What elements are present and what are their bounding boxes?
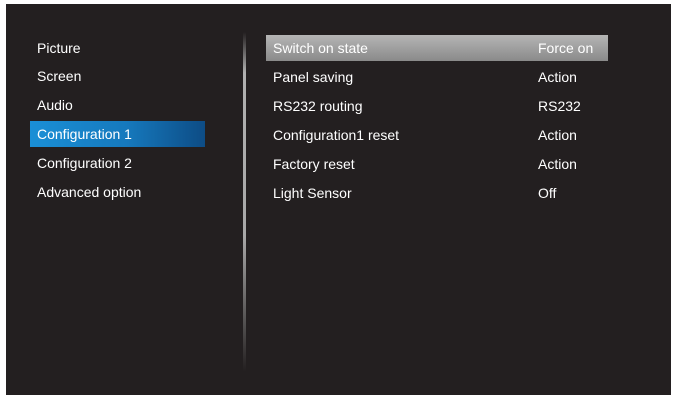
setting-row-configuration1-reset[interactable]: Configuration1 reset Action (266, 122, 608, 148)
menu-item-configuration-1[interactable]: Configuration 1 (30, 121, 205, 147)
setting-value: Force on (538, 40, 594, 56)
setting-label: Light Sensor (273, 185, 352, 201)
setting-value: Action (538, 156, 577, 172)
setting-row-light-sensor[interactable]: Light Sensor Off (266, 180, 608, 206)
category-menu: Picture Screen Audio Configuration 1 Con… (6, 4, 242, 395)
setting-value: RS232 (538, 98, 581, 114)
setting-row-factory-reset[interactable]: Factory reset Action (266, 151, 608, 177)
menu-item-advanced-option[interactable]: Advanced option (30, 179, 205, 205)
osd-menu-screen: Picture Screen Audio Configuration 1 Con… (6, 4, 671, 395)
setting-row-rs232-routing[interactable]: RS232 routing RS232 (266, 93, 608, 119)
menu-item-configuration-2[interactable]: Configuration 2 (30, 150, 205, 176)
setting-label: Switch on state (273, 40, 368, 56)
menu-item-audio[interactable]: Audio (30, 92, 205, 118)
menu-item-picture[interactable]: Picture (30, 35, 205, 61)
settings-panel: Switch on state Force on Panel saving Ac… (266, 4, 666, 395)
menu-divider (243, 32, 246, 372)
setting-value: Action (538, 127, 577, 143)
setting-label: Configuration1 reset (273, 127, 400, 143)
setting-row-switch-on-state[interactable]: Switch on state Force on (266, 35, 608, 61)
setting-value: Action (538, 69, 577, 85)
setting-row-panel-saving[interactable]: Panel saving Action (266, 64, 608, 90)
setting-value: Off (538, 185, 557, 201)
setting-label: Panel saving (273, 69, 354, 85)
menu-item-screen[interactable]: Screen (30, 63, 205, 89)
setting-label: Factory reset (273, 156, 355, 172)
setting-label: RS232 routing (273, 98, 363, 114)
